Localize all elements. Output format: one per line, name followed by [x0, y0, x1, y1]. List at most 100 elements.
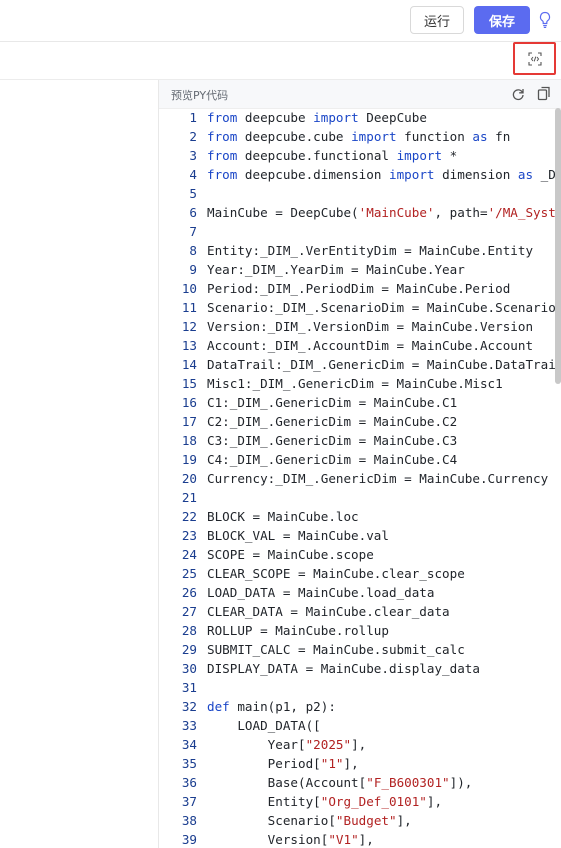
code-text: from deepcube.cube import function as fn [207, 127, 510, 146]
code-text: DataTrail:_DIM_.GenericDim = MainCube.Da… [207, 355, 556, 374]
code-keyword: as [472, 129, 488, 144]
code-token: ], [396, 813, 412, 828]
line-number: 21 [181, 490, 197, 505]
code-text: Period:_DIM_.PeriodDim = MainCube.Period [207, 279, 510, 298]
code-text: Year["2025"], [207, 735, 367, 754]
code-token: ]), [449, 775, 473, 790]
code-line: 18 C3:_DIM_.GenericDim = MainCube.C3 [159, 431, 561, 450]
line-number: 34 [181, 737, 197, 752]
code-keyword: from [207, 110, 238, 125]
code-line: 11 Scenario:_DIM_.ScenarioDim = MainCube.… [159, 298, 561, 317]
code-keyword: import [389, 167, 435, 182]
line-number: 18 [181, 433, 197, 448]
line-number: 38 [181, 813, 197, 828]
line-number: 2 [189, 129, 197, 144]
code-text: DISPLAY_DATA = MainCube.display_data [207, 659, 480, 678]
code-token: Year:_DIM_.YearDim = MainCube.Year [207, 262, 465, 277]
code-line: 17 C2:_DIM_.GenericDim = MainCube.C2 [159, 412, 561, 431]
code-line: 26 LOAD_DATA = MainCube.load_data [159, 583, 561, 602]
code-token: Version[ [207, 832, 329, 847]
code-line: 20 Currency:_DIM_.GenericDim = MainCube.C… [159, 469, 561, 488]
code-text: CLEAR_DATA = MainCube.clear_data [207, 602, 450, 621]
line-number: 7 [189, 224, 197, 239]
code-text: C2:_DIM_.GenericDim = MainCube.C2 [207, 412, 457, 431]
code-keyword: from [207, 148, 238, 163]
editor-left-pane[interactable] [0, 80, 159, 848]
line-number: 30 [181, 661, 197, 676]
code-line: 25 CLEAR_SCOPE = MainCube.clear_scope [159, 564, 561, 583]
line-number: 25 [181, 566, 197, 581]
line-number: 24 [181, 547, 197, 562]
line-number: 23 [181, 528, 197, 543]
line-number: 37 [181, 794, 197, 809]
code-line: 10 Period:_DIM_.PeriodDim = MainCube.Peri… [159, 279, 561, 298]
code-text: Period["1"], [207, 754, 359, 773]
refresh-icon[interactable] [511, 87, 525, 101]
line-number: 28 [181, 623, 197, 638]
line-number: 14 [181, 357, 197, 372]
code-token: C4:_DIM_.GenericDim = MainCube.C4 [207, 452, 458, 467]
code-line: 9 Year:_DIM_.YearDim = MainCube.Year [159, 260, 561, 279]
lightbulb-icon[interactable] [538, 11, 552, 29]
code-text: BLOCK = MainCube.loc [207, 507, 359, 526]
code-line: 4 from deepcube.dimension import dimensio… [159, 165, 561, 184]
code-token: C2:_DIM_.GenericDim = MainCube.C2 [207, 414, 458, 429]
code-text: Version["V1"], [207, 830, 374, 848]
code-string: 'MainCube' [358, 205, 435, 220]
line-number: 8 [189, 243, 197, 258]
code-keyword: from [207, 129, 238, 144]
code-token: CLEAR_DATA = MainCube.clear_data [207, 604, 450, 619]
code-token: Scenario[ [207, 813, 336, 828]
code-line: 37 Entity["Org_Def_0101"], [159, 792, 561, 811]
code-text: SUBMIT_CALC = MainCube.submit_calc [207, 640, 465, 659]
code-line: 19 C4:_DIM_.GenericDim = MainCube.C4 [159, 450, 561, 469]
line-number: 32 [181, 699, 197, 714]
code-line: 8 Entity:_DIM_.VerEntityDim = MainCube.En… [159, 241, 561, 260]
code-token: ROLLUP = MainCube.rollup [207, 623, 389, 638]
line-number: 29 [181, 642, 197, 657]
preview-header: 预览PY代码 [159, 80, 561, 109]
code-preview-toggle[interactable] [513, 42, 556, 75]
code-token: Currency:_DIM_.GenericDim = MainCube.Cur… [207, 471, 549, 486]
editor-toolrow [0, 42, 561, 80]
code-token: DeepCube [358, 110, 427, 125]
code-line: 1 from deepcube import DeepCube [159, 108, 561, 127]
code-text: from deepcube import DeepCube [207, 108, 427, 127]
code-token: ], [351, 737, 367, 752]
code-line: 27 CLEAR_DATA = MainCube.clear_data [159, 602, 561, 621]
line-number: 27 [181, 604, 197, 619]
code-token: C3:_DIM_.GenericDim = MainCube.C3 [207, 433, 458, 448]
save-button[interactable]: 保存 [474, 6, 530, 34]
run-button[interactable]: 运行 [410, 6, 464, 34]
code-token: deepcube.cube [237, 129, 352, 144]
line-number: 10 [181, 281, 197, 296]
line-number: 15 [181, 376, 197, 391]
code-text: def main(p1, p2): [207, 697, 336, 716]
line-number: 31 [181, 680, 197, 695]
code-string: "Budget" [335, 813, 397, 828]
code-line: 34 Year["2025"], [159, 735, 561, 754]
code-line: 30 DISPLAY_DATA = MainCube.display_data [159, 659, 561, 678]
code-line: 35 Period["1"], [159, 754, 561, 773]
code-text: LOAD_DATA([ [207, 716, 321, 735]
copy-icon[interactable] [537, 86, 551, 101]
code-text: from deepcube.functional import * [207, 146, 457, 165]
code-token: deepcube.dimension [237, 167, 389, 182]
code-token: function [396, 129, 473, 144]
code-line: 28 ROLLUP = MainCube.rollup [159, 621, 561, 640]
line-number: 22 [181, 509, 197, 524]
code-token: LOAD_DATA([ [207, 718, 321, 733]
code-line: 5 [159, 184, 561, 203]
line-number: 6 [189, 205, 197, 220]
code-text: ROLLUP = MainCube.rollup [207, 621, 389, 640]
code-line: 38 Scenario["Budget"], [159, 811, 561, 830]
code-line: 22 BLOCK = MainCube.loc [159, 507, 561, 526]
code-area[interactable]: 1 from deepcube import DeepCube 2 from deep… [159, 108, 561, 848]
code-token: , path= [434, 205, 488, 220]
line-number: 4 [189, 167, 197, 182]
code-token: DataTrail:_DIM_.GenericDim = MainCube.Da… [207, 357, 556, 372]
line-number: 16 [181, 395, 197, 410]
line-number: 35 [181, 756, 197, 771]
vertical-scrollbar[interactable] [555, 108, 561, 384]
code-text: Account:_DIM_.AccountDim = MainCube.Acco… [207, 336, 533, 355]
